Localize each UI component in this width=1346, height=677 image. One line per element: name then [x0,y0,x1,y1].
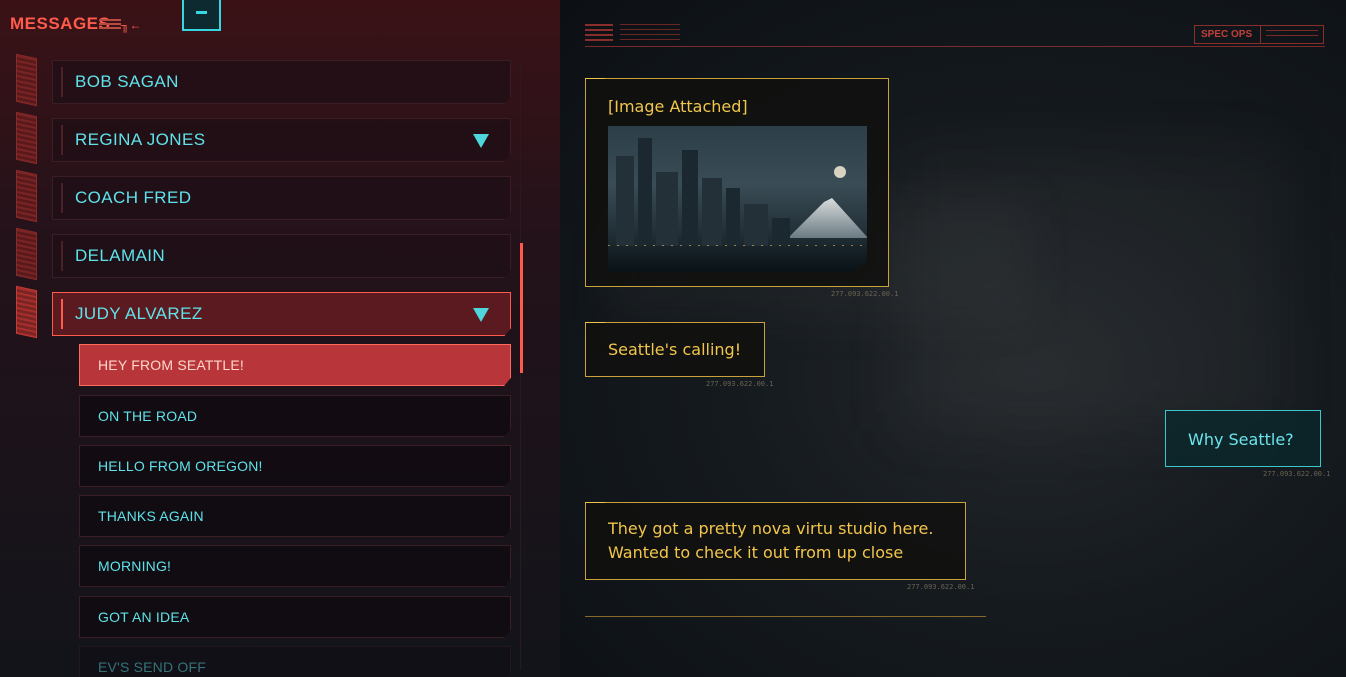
contact-item-coach-fred[interactable]: COACH FRED [52,176,511,220]
logo-icon: ╖← [121,18,142,32]
page-title: MESSAGES [10,14,111,33]
thread-label: EV'S SEND OFF [98,659,206,675]
thread-item[interactable]: MORNING! [79,545,511,587]
contact-name: BOB SAGAN [75,72,179,91]
header-decoration [620,24,680,44]
contact-name: DELAMAIN [75,246,166,265]
chat-bottom-divider [585,616,986,617]
title-decoration [99,19,121,31]
message-timestamp: 277.093.622.00.1 [907,583,975,591]
contact-tab-marker [16,227,37,281]
thread-label: HELLO FROM OREGON! [98,458,263,474]
message-text: [Image Attached] [608,97,748,116]
thread-item[interactable]: GOT AN IDEA [79,596,511,638]
contact-item-regina-jones[interactable]: REGINA JONES [52,118,511,162]
thread-item[interactable]: EV'S SEND OFF [79,646,511,677]
background-blur [900,150,1280,430]
messages-tab-icon[interactable] [182,0,221,31]
thread-label: HEY FROM SEATTLE! [98,357,245,373]
message-timestamp: 277.093.622.00.1 [1263,470,1331,478]
contact-item-judy-alvarez[interactable]: JUDY ALVAREZ [52,292,511,336]
contact-tab-marker [16,111,37,165]
thread-label: ON THE ROAD [98,408,198,424]
message-text: Seattle's calling! [608,340,742,359]
chevron-down-icon[interactable] [473,308,489,322]
contact-name: JUDY ALVAREZ [75,304,203,323]
contact-tab-marker [16,169,37,223]
message-bubble[interactable]: They got a pretty nova virtu studio here… [585,502,966,580]
contact-tab-marker-active [16,285,37,339]
contact-item-delamain[interactable]: DELAMAIN [52,234,511,278]
spec-ops-label: SPEC OPS [1195,26,1262,43]
message-bubble[interactable]: Seattle's calling! [585,322,765,377]
moon-icon [834,166,846,178]
chevron-down-icon[interactable] [473,134,489,148]
message-text-line: They got a pretty nova virtu studio here… [608,519,934,538]
thread-label: MORNING! [98,558,172,574]
header-decoration [585,24,613,44]
spec-ops-badge: SPEC OPS [1194,25,1324,44]
thread-label: THANKS AGAIN [98,508,204,524]
image-attachment[interactable] [608,126,867,272]
message-timestamp: 277.093.622.00.1 [706,380,774,388]
scrollbar-thumb[interactable] [520,243,523,373]
thread-label: GOT AN IDEA [98,609,190,625]
badge-decoration [1261,27,1323,43]
contact-name: COACH FRED [75,188,192,207]
message-bubble-mine[interactable]: Why Seattle? [1165,410,1321,467]
message-bubble-image[interactable]: [Image Attached] [585,78,889,287]
thread-item[interactable]: ON THE ROAD [79,395,511,437]
message-timestamp: 277.093.622.00.1 [831,290,899,298]
header-divider [585,46,1325,47]
contact-name: REGINA JONES [75,130,206,149]
contact-item-bob-sagan[interactable]: BOB SAGAN [52,60,511,104]
thread-item[interactable]: THANKS AGAIN [79,495,511,537]
contact-tab-marker [16,53,37,107]
thread-item[interactable]: HEY FROM SEATTLE! [79,344,511,386]
thread-item[interactable]: HELLO FROM OREGON! [79,445,511,487]
message-text: Why Seattle? [1188,430,1294,449]
message-text-line: Wanted to check it out from up close [608,543,904,562]
